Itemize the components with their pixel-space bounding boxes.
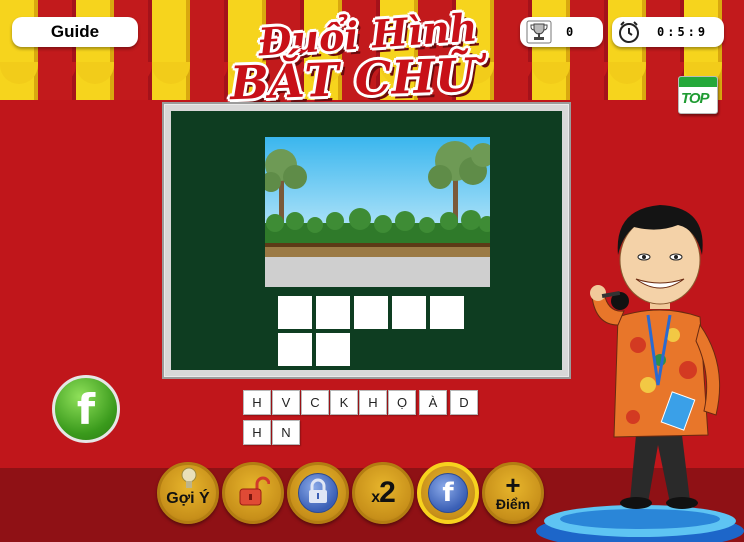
guide-button[interactable]: Guide bbox=[12, 17, 138, 47]
lock-icon-circle bbox=[298, 473, 338, 513]
score-value: 0 bbox=[566, 25, 574, 39]
trophy-icon bbox=[526, 20, 552, 44]
answer-slot[interactable] bbox=[430, 296, 464, 329]
answer-slot[interactable] bbox=[316, 333, 350, 366]
timer-display: 0:5:9 bbox=[612, 17, 724, 47]
facebook-icon-circle: f bbox=[428, 473, 468, 513]
leaderboard-button[interactable]: TOP bbox=[678, 76, 718, 114]
add-points-button[interactable]: + Điểm bbox=[482, 462, 544, 524]
letter-tile[interactable]: À bbox=[419, 390, 447, 415]
facebook-icon: f bbox=[442, 478, 454, 508]
letter-tile[interactable]: H bbox=[243, 390, 271, 415]
top-label: TOP bbox=[681, 90, 710, 107]
hint-label: Gợi Ý bbox=[166, 490, 210, 507]
board-chalk-area bbox=[171, 111, 562, 370]
letter-tile[interactable]: Ọ bbox=[388, 390, 416, 415]
badge-cap bbox=[679, 77, 717, 87]
letter-tile[interactable]: H bbox=[359, 390, 387, 415]
answer-slot[interactable] bbox=[316, 296, 350, 329]
facebook-share-button[interactable]: f bbox=[52, 375, 120, 443]
double-points-button[interactable]: x2 bbox=[352, 462, 414, 524]
letter-tile[interactable]: K bbox=[330, 390, 358, 415]
letter-tile[interactable]: D bbox=[450, 390, 478, 415]
hint-button[interactable]: Gợi Ý bbox=[157, 462, 219, 524]
answer-slot[interactable] bbox=[278, 333, 312, 366]
letter-tile[interactable]: N bbox=[272, 420, 300, 445]
answer-slot[interactable] bbox=[278, 296, 312, 329]
facebook-icon: f bbox=[76, 384, 96, 434]
logo-line-2: BẮT CHỮ bbox=[229, 47, 476, 111]
answer-slot[interactable] bbox=[354, 296, 388, 329]
unlock-icon bbox=[236, 474, 271, 513]
guide-label: Guide bbox=[50, 22, 100, 41]
score-display: 0 bbox=[520, 17, 603, 47]
letter-tile[interactable]: C bbox=[301, 390, 329, 415]
lock-button[interactable] bbox=[287, 462, 349, 524]
clock-icon bbox=[617, 20, 641, 44]
answer-slot[interactable] bbox=[392, 296, 426, 329]
unlock-button[interactable] bbox=[222, 462, 284, 524]
letter-tile[interactable]: H bbox=[243, 420, 271, 445]
points-label: Điểm bbox=[495, 496, 531, 512]
lock-icon bbox=[307, 478, 329, 509]
timer-value: 0:5:9 bbox=[657, 25, 709, 39]
puzzle-picture bbox=[265, 137, 490, 287]
facebook-ask-button[interactable]: f bbox=[417, 462, 479, 524]
double-number: 2 bbox=[379, 476, 396, 509]
game-logo: Đuổi Hình BẮT CHỮ bbox=[222, 4, 512, 111]
double-label: x2 bbox=[371, 476, 396, 509]
plus-icon: + bbox=[505, 470, 521, 500]
puzzle-board bbox=[162, 102, 571, 379]
letter-tile[interactable]: V bbox=[272, 390, 300, 415]
host-character bbox=[590, 205, 721, 509]
